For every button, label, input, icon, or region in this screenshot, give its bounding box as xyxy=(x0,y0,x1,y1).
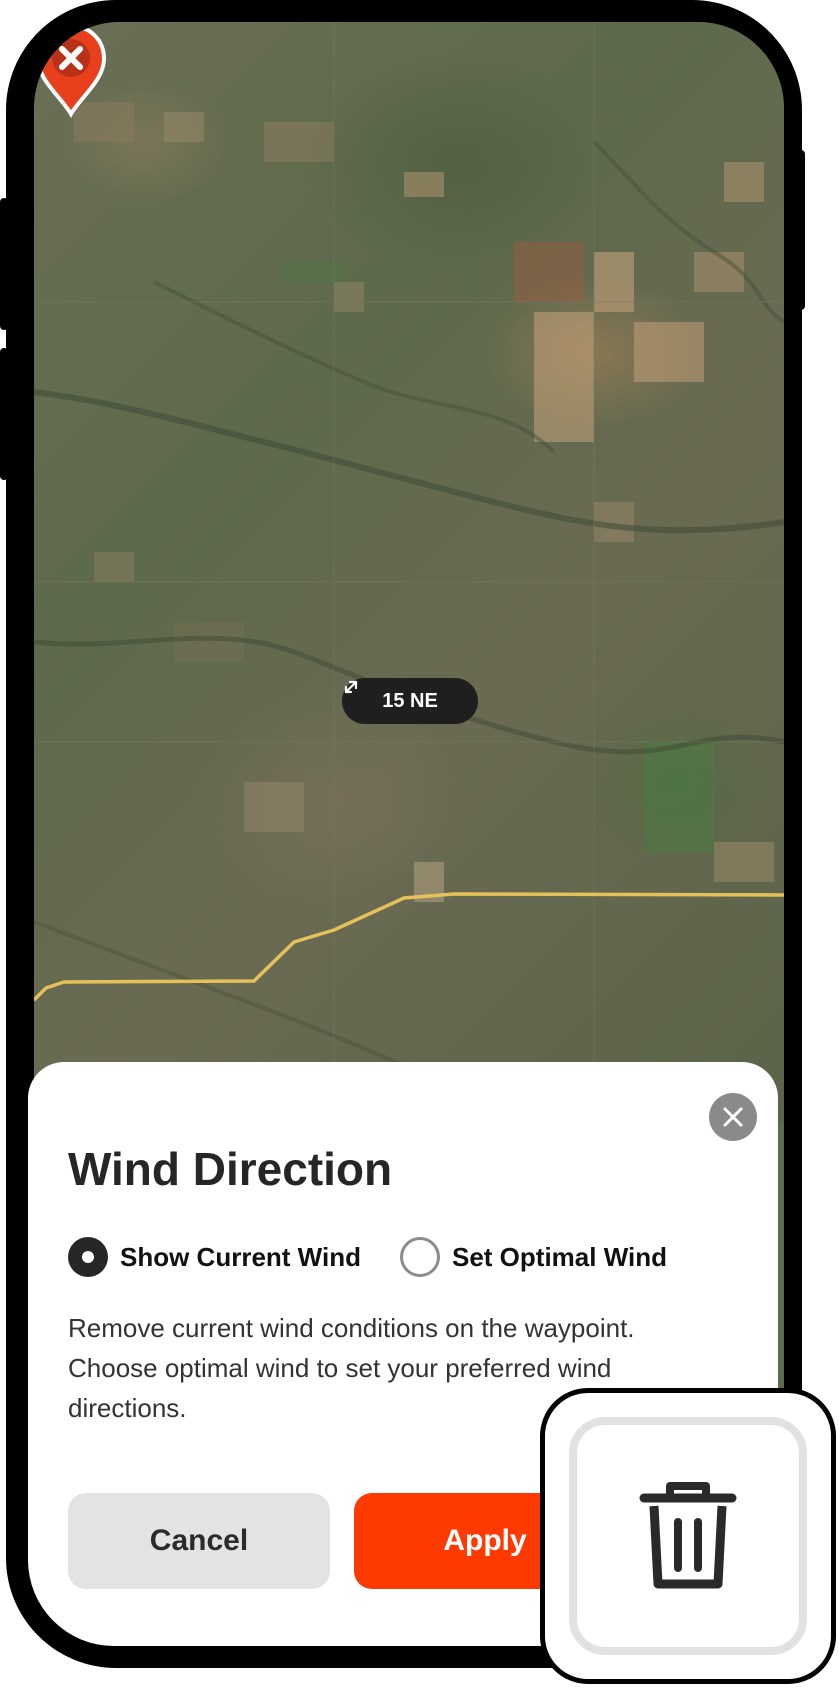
radio-show-current-wind[interactable]: Show Current Wind xyxy=(68,1236,361,1278)
radio-selected-icon[interactable] xyxy=(68,1237,108,1277)
waypoint-pin[interactable] xyxy=(34,22,108,118)
radio-label: Set Optimal Wind xyxy=(452,1241,667,1272)
cancel-button[interactable]: Cancel xyxy=(68,1493,330,1589)
close-sheet-button[interactable] xyxy=(709,1093,757,1141)
delete-waypoint-button[interactable] xyxy=(569,1417,807,1655)
wind-direction-arrow-icon xyxy=(344,680,358,694)
stage: 15 NE Wind Direction Show Current Wind S… xyxy=(0,0,839,1688)
trash-icon xyxy=(639,1482,737,1589)
radio-unselected-icon[interactable] xyxy=(400,1237,440,1277)
satellite-map[interactable]: 15 NE xyxy=(34,22,784,1122)
map-terrain xyxy=(34,22,784,1122)
wind-indicator-chip[interactable]: 15 NE xyxy=(342,678,478,724)
radio-set-optimal-wind[interactable]: Set Optimal Wind xyxy=(400,1236,667,1278)
sheet-title: Wind Direction xyxy=(68,1143,393,1195)
radio-label: Show Current Wind xyxy=(120,1241,361,1272)
delete-callout xyxy=(540,1388,836,1684)
wind-indicator-label: 15 NE xyxy=(382,689,438,712)
close-icon xyxy=(723,1107,743,1127)
road-line xyxy=(34,892,784,1002)
